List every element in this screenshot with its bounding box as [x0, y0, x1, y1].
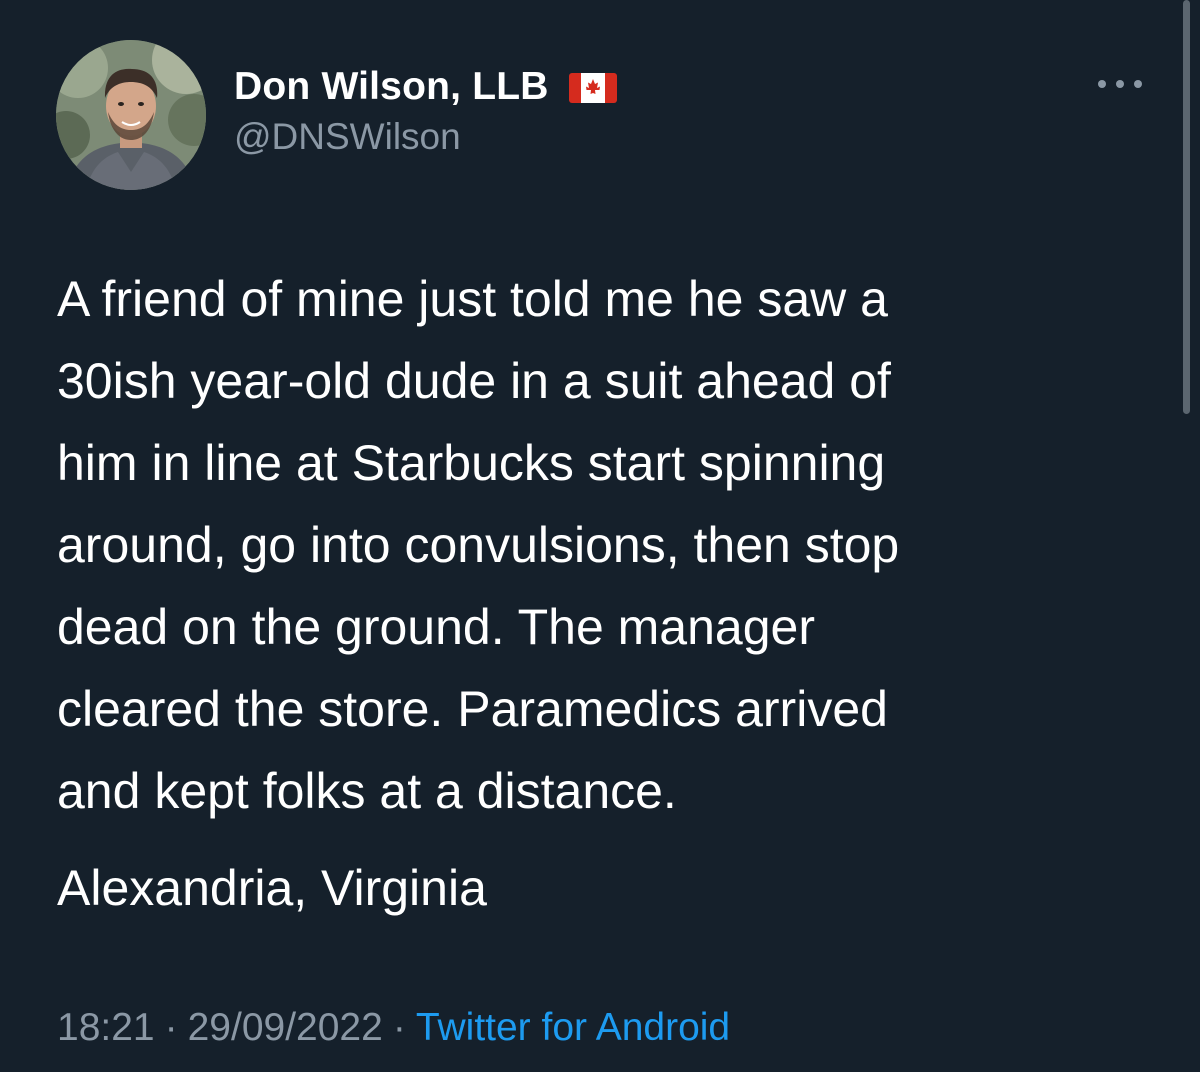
tweet-text: A friend of mine just told me he saw a 3…	[57, 258, 1157, 832]
dot	[1116, 80, 1124, 88]
tweet-text-line: him in line at Starbucks start spinning	[57, 435, 886, 491]
tweet-metadata: 18:21 · 29/09/2022 · Twitter for Android	[57, 1003, 730, 1053]
tweet-text-line: 30ish year-old dude in a suit ahead of	[57, 353, 891, 409]
scrollbar[interactable]	[1183, 0, 1190, 414]
more-options-icon[interactable]	[1098, 72, 1142, 96]
tweet-text-line: dead on the ground. The manager	[57, 599, 815, 655]
canada-flag-icon	[568, 73, 617, 103]
tweet-date[interactable]: 29/09/2022	[188, 1006, 383, 1049]
tweet-card: Don Wilson, LLB @DNSWilson A friend of m…	[0, 0, 1200, 1072]
separator: ·	[164, 1006, 178, 1049]
tweet-location-text: Alexandria, Virginia	[57, 860, 487, 916]
dot	[1134, 80, 1142, 88]
separator: ·	[392, 1006, 406, 1049]
tweet-text-line: around, go into convulsions, then stop	[57, 517, 900, 573]
author-name-row[interactable]: Don Wilson, LLB	[234, 62, 617, 112]
tweet-text-line: A friend of mine just told me he saw a	[57, 271, 888, 327]
tweet-text-line: cleared the store. Paramedics arrived	[57, 681, 888, 737]
dot	[1098, 80, 1106, 88]
tweet-source-link[interactable]: Twitter for Android	[416, 1006, 730, 1049]
profile-photo-icon	[56, 40, 206, 190]
display-name[interactable]: Don Wilson, LLB	[234, 65, 549, 109]
tweet-time[interactable]: 18:21	[57, 1006, 155, 1049]
tweet-text-line: and kept folks at a distance.	[57, 763, 677, 819]
username-handle[interactable]: @DNSWilson	[234, 116, 461, 158]
avatar[interactable]	[56, 40, 206, 190]
